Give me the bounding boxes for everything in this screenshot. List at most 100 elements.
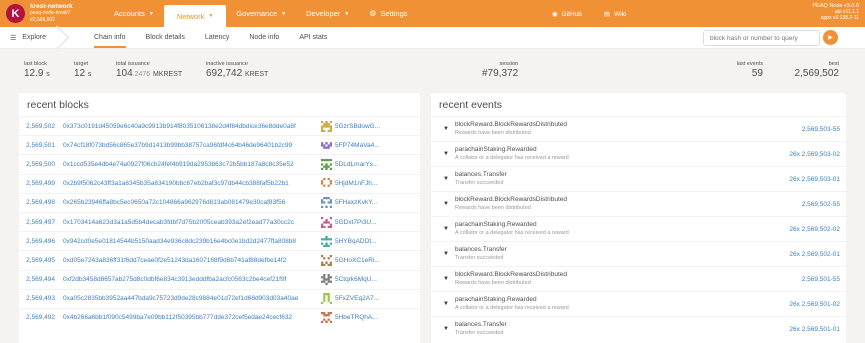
block-number-link[interactable]: 2,569,496 [19,238,55,245]
chevron-down-icon[interactable]: ▼ [437,176,455,182]
block-author[interactable]: 5FP74MaVa4... [335,142,390,149]
event-row[interactable]: ▼ blockReward.BlockRewardsDistributed Rewa… [431,191,846,216]
block-number-link[interactable]: 2,569,500 [19,161,55,168]
block-number-link[interactable]: 2,569,493 [19,295,55,302]
block-hash-link[interactable]: 0x1ccd535e4db4e74a0927f06cb24fef4b919da2… [63,161,318,168]
event-row[interactable]: ▼ parachainStaking.Rewarded A collator or … [431,291,846,316]
chain-selector[interactable]: krest-network peaq-node-krest/7 #2,569,5… [30,3,90,24]
event-row[interactable]: ▼ balances.Transfer Transfer succeeded 26x … [431,316,846,341]
identicon-icon[interactable] [321,235,332,247]
nav-network[interactable]: Network ▼ [163,5,227,27]
event-block-link[interactable]: 26x 2,569,503-02 [789,151,840,158]
stat-last-block: last block 12.9 s [24,61,50,79]
identicon-icon[interactable] [321,274,332,286]
event-block-link[interactable]: 2,569,501-55 [802,276,840,283]
identicon-icon[interactable] [321,178,332,189]
block-hash-link[interactable]: 0xd05e7243a836ff31f6dd7ceae0f2e51243da16… [63,257,318,264]
event-block-link[interactable]: 2,569,502-55 [802,201,840,208]
chevron-down-icon[interactable]: ▼ [437,151,455,157]
wiki-link[interactable]: ▤ Wiki [604,10,626,18]
nav-accounts[interactable]: Accounts ▼ [104,0,164,27]
wiki-label: Wiki [614,10,627,18]
block-hash-link[interactable]: 0x265b23946ffa8bc5ec0650a72c104866a96297… [63,199,318,206]
stat-best: best 2,569,502 [789,61,840,79]
block-number-link[interactable]: 2,569,499 [19,180,55,187]
chevron-down-icon[interactable]: ▼ [437,276,455,282]
event-block-link[interactable]: 26x 2,569,501-02 [789,301,840,308]
nav-governance[interactable]: Governance ▼ [226,0,296,27]
block-author[interactable]: 5HYBqADDt... [335,238,390,245]
block-author[interactable]: 5FHaxzKvkY... [335,199,390,206]
explorer-breadcrumb[interactable]: ☰ Explorer [0,27,72,49]
block-hash-link[interactable]: 0x4b266a6bb1f090c5499ba7e09bb112f50395bb… [63,314,318,321]
event-block-link[interactable]: 26x 2,569,502-01 [789,251,840,258]
block-number-link[interactable]: 2,569,492 [19,314,55,321]
block-author[interactable]: 5DLdLmarYs... [335,161,390,168]
chain-logo[interactable]: K [6,4,25,23]
block-author[interactable]: 5GHoXC1eRi... [335,257,390,264]
block-author[interactable]: 5GzrSBdowG... [335,123,390,130]
identicon-icon[interactable] [321,140,332,151]
tab-block-details[interactable]: Block details [146,34,185,41]
block-hash-link[interactable]: 0x373c0191d45059e6c40a9c9913b914f8035106… [63,123,318,130]
github-label: GitHub [561,10,582,18]
event-row[interactable]: ▼ parachainStaking.Rewarded A collator or … [431,216,846,241]
block-hash-link[interactable]: 0x2b9f5062c43ff3a1a6345b35a634190bbc67eb… [63,180,318,187]
event-row[interactable]: ▼ blockReward.BlockRewardsDistributed Rewa… [431,266,846,291]
tab-latency[interactable]: Latency [205,34,230,41]
block-row: 2,569,501 0x74cf18f073bd56c865e37b9d1413b… [19,135,420,154]
block-hash-link[interactable]: 0x74cf18f073bd56c865e37b9d1413b99bb38757… [63,142,318,149]
identicon-icon[interactable] [321,197,332,209]
event-block-link[interactable]: 26x 2,569,501-01 [789,326,840,333]
event-row[interactable]: ▼ balances.Transfer Transfer succeeded 26x … [431,241,846,266]
event-row[interactable]: ▼ parachainStaking.Rewarded A collator or … [431,141,846,166]
block-author[interactable]: 5HjdM1nFJh... [335,180,390,187]
block-number-link[interactable]: 2,569,502 [19,123,55,130]
identicon-icon[interactable] [321,158,332,170]
event-block-link[interactable]: 26x 2,569,503-01 [789,176,840,183]
block-author[interactable]: 5Ctqrk6MqU... [335,276,390,283]
play-icon[interactable]: ▶ [823,30,838,45]
block-number-link[interactable]: 2,569,498 [19,199,55,206]
total-issuance-unit: MKREST [153,71,183,78]
event-block-link[interactable]: 2,569,503-55 [802,126,840,133]
block-row: 2,569,499 0x2b9f5062c43ff3a1a6345b35a6341… [19,173,420,193]
chevron-down-icon[interactable]: ▼ [437,201,455,207]
event-block-link[interactable]: 26x 2,569,502-02 [789,226,840,233]
chevron-down-icon[interactable]: ▼ [437,126,455,132]
block-hash-link[interactable]: 0xa05c2835bb3952aa447bda9c75723d9de28c98… [63,295,318,302]
block-number-link[interactable]: 2,569,501 [19,142,55,149]
recent-events-title: recent events [439,99,503,111]
chevron-down-icon[interactable]: ▼ [437,301,455,307]
block-number-link[interactable]: 2,569,494 [19,276,55,283]
block-hash-link[interactable]: 0x942cd0e5e01814544b5150aad34e936c8dc239… [63,238,318,245]
nav-settings[interactable]: ⚙ Settings [359,0,417,27]
nav-developer[interactable]: Developer ▼ [296,0,359,27]
block-number-link[interactable]: 2,569,495 [19,257,55,264]
tab-chain-info[interactable]: Chain info [94,34,126,48]
block-author[interactable]: 5GDxt7Pi3U... [335,219,390,226]
block-hash-link[interactable]: 0xf2db3458d8657ab275d8c0dbf6e834c3913edd… [63,276,318,283]
event-row[interactable]: ▼ balances.Transfer Transfer succeeded 26x … [431,166,846,191]
tab-api-stats[interactable]: API stats [299,34,327,41]
github-link[interactable]: ◉ GitHub [552,10,582,18]
target-value: 12 [74,68,86,79]
chain-summary: last block 12.9 s target 12 s total issu… [0,56,865,84]
chevron-down-icon[interactable]: ▼ [437,226,455,232]
block-author[interactable]: 5FxZVEq2A7... [335,295,390,302]
chevron-down-icon[interactable]: ▼ [437,251,455,257]
block-search-input[interactable] [703,30,820,46]
event-title: blockReward.BlockRewardsDistributed [455,121,567,128]
identicon-icon[interactable] [321,312,332,324]
total-issuance-value: 104 [116,68,133,79]
chevron-down-icon[interactable]: ▼ [437,326,455,332]
identicon-icon[interactable] [321,216,332,228]
identicon-icon[interactable] [321,254,332,266]
tab-node-info[interactable]: Node info [249,34,279,41]
identicon-icon[interactable] [321,120,332,132]
block-author[interactable]: 5HbeTRQhA... [335,314,390,321]
identicon-icon[interactable] [321,293,332,305]
block-hash-link[interactable]: 0x1703414a623d3a1a5d5b4decab3fdbf7d75b20… [63,219,318,226]
block-number-link[interactable]: 2,569,497 [19,219,55,226]
event-row[interactable]: ▼ blockReward.BlockRewardsDistributed Rewa… [431,116,846,141]
